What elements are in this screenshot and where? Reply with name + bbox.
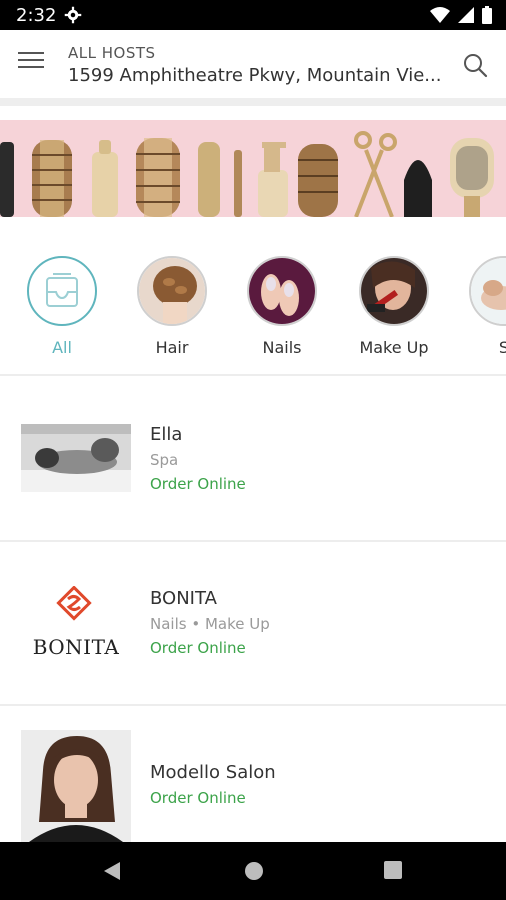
back-triangle-icon xyxy=(104,862,120,880)
category-makeup[interactable]: Make Up xyxy=(344,256,444,357)
status-time: 2:32 xyxy=(16,5,57,26)
location-selector[interactable]: ALL HOSTS 1599 Amphitheatre Pkwy, Mounta… xyxy=(68,44,448,86)
category-all[interactable]: All xyxy=(12,256,112,357)
listing-categories: Spa xyxy=(150,451,179,469)
home-button[interactable] xyxy=(243,860,265,887)
promo-banner[interactable] xyxy=(0,120,506,217)
menu-icon-line xyxy=(18,66,44,68)
status-icons xyxy=(430,6,492,29)
category-label: S xyxy=(498,338,506,357)
menu-button[interactable] xyxy=(18,52,46,76)
listing-bonita[interactable]: BONITA BONITA Nails • Make Up Order Onli… xyxy=(0,542,506,704)
recents-button[interactable] xyxy=(383,860,403,885)
bonita-logo-text: BONITA xyxy=(32,635,120,659)
listing-info: Modello Salon Order Online xyxy=(150,762,276,807)
bonita-logo-mark xyxy=(56,586,92,621)
order-online-link[interactable]: Order Online xyxy=(150,639,270,657)
menu-icon-line xyxy=(18,59,44,61)
header-divider xyxy=(0,98,506,106)
category-carousel[interactable]: All Hair Nails Make Up S xyxy=(0,240,506,372)
search-icon xyxy=(464,54,488,78)
listing-categories: Nails • Make Up xyxy=(150,615,270,633)
makeup-photo xyxy=(359,256,429,326)
category-label: Nails xyxy=(262,338,302,357)
listing-name: Ella xyxy=(150,424,183,445)
listing-modello-salon[interactable]: Modello Salon Order Online xyxy=(0,706,506,842)
header-subtitle: ALL HOSTS xyxy=(68,44,156,62)
listing-ella[interactable]: Ella Spa Order Online xyxy=(0,378,506,540)
battery-icon xyxy=(482,6,492,29)
app-header: ALL HOSTS 1599 Amphitheatre Pkwy, Mounta… xyxy=(0,30,506,98)
category-label: All xyxy=(52,338,72,357)
category-nails[interactable]: Nails xyxy=(232,256,332,357)
category-spa[interactable]: S xyxy=(454,256,506,357)
order-online-link[interactable]: Order Online xyxy=(150,475,246,493)
home-circle-icon xyxy=(245,862,263,880)
order-online-link[interactable]: Order Online xyxy=(150,789,276,807)
signal-icon xyxy=(458,7,474,28)
wifi-icon xyxy=(430,7,450,28)
nails-photo xyxy=(247,256,317,326)
inbox-icon xyxy=(46,273,78,307)
listing-info: BONITA Nails • Make Up Order Online xyxy=(150,588,270,657)
status-bar: 2:32 xyxy=(0,0,506,30)
spa-photo xyxy=(469,256,506,326)
category-hair[interactable]: Hair xyxy=(122,256,222,357)
section-divider xyxy=(0,374,506,376)
search-button[interactable] xyxy=(462,52,488,83)
hair-tools-illustration xyxy=(0,131,494,217)
category-all-circle xyxy=(27,256,97,326)
listing-name: Modello Salon xyxy=(150,762,276,783)
category-label: Make Up xyxy=(359,338,429,357)
listing-name: BONITA xyxy=(150,588,217,609)
menu-icon xyxy=(18,52,44,54)
listing-thumbnail xyxy=(21,730,131,842)
header-address: 1599 Amphitheatre Pkwy, Mountain Vie... xyxy=(68,65,442,86)
back-button[interactable] xyxy=(102,860,122,887)
listing-info: Ella Spa Order Online xyxy=(150,424,246,493)
system-nav-bar xyxy=(0,842,506,900)
bonita-logo: BONITA xyxy=(21,586,131,666)
listing-thumbnail xyxy=(21,424,131,492)
recents-square-icon xyxy=(384,861,402,879)
category-label: Hair xyxy=(155,338,189,357)
hair-photo xyxy=(137,256,207,326)
settings-gear-icon xyxy=(64,6,82,29)
